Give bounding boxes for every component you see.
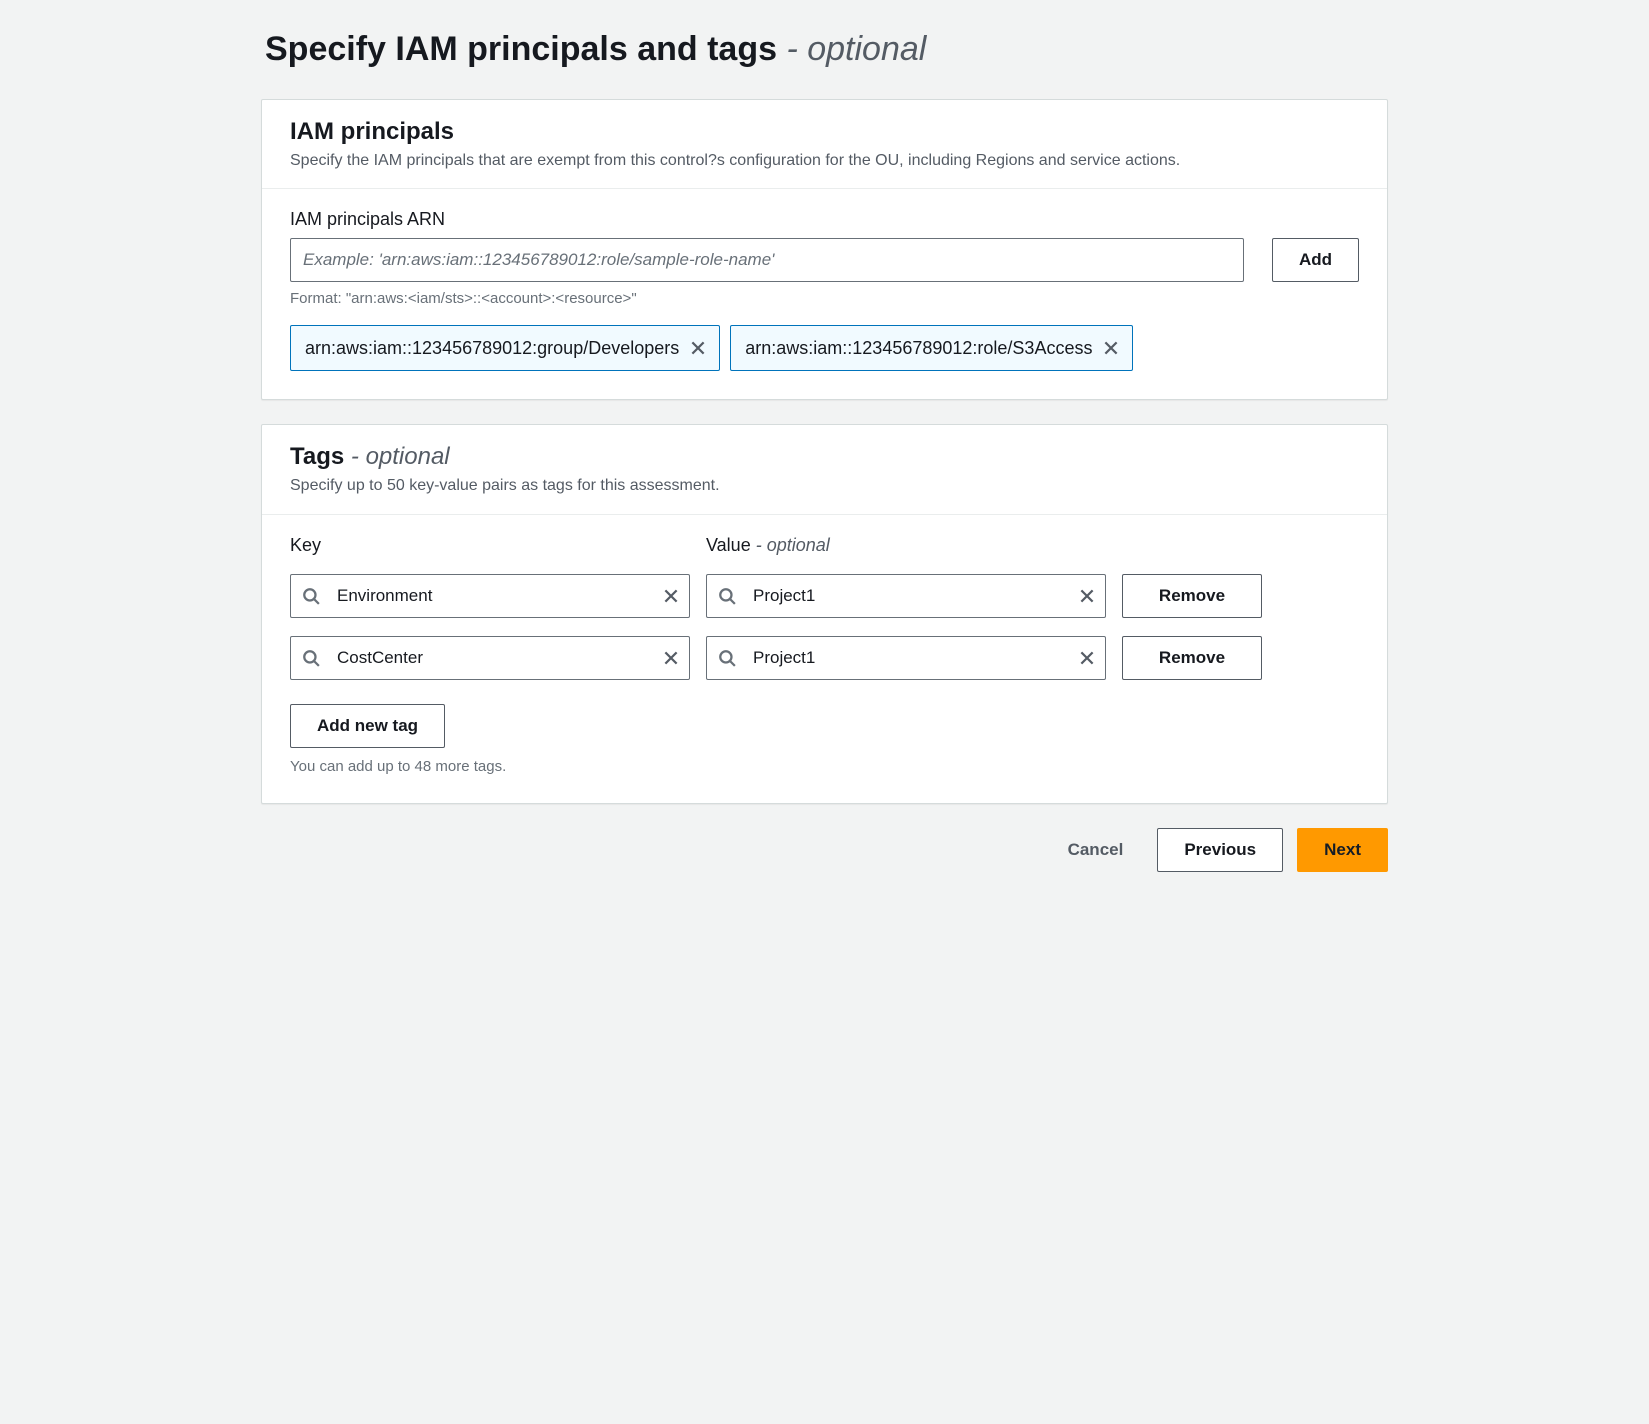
remove-tag-button[interactable]: Remove <box>1122 636 1262 680</box>
footer-actions: Cancel Previous Next <box>261 828 1388 872</box>
tag-key-field <box>290 636 690 680</box>
tags-limit-hint: You can add up to 48 more tags. <box>290 758 1359 775</box>
tag-value-field <box>706 636 1106 680</box>
tag-key-input[interactable] <box>290 574 690 618</box>
search-icon <box>302 649 320 667</box>
add-new-tag-button[interactable]: Add new tag <box>290 704 445 748</box>
clear-input-icon[interactable] <box>662 649 680 667</box>
search-icon <box>302 587 320 605</box>
cancel-button[interactable]: Cancel <box>1048 828 1144 872</box>
remove-tag-button[interactable]: Remove <box>1122 574 1262 618</box>
remove-token-icon[interactable] <box>689 339 707 357</box>
iam-panel-header: IAM principals Specify the IAM principal… <box>262 100 1387 189</box>
page-title: Specify IAM principals and tags - option… <box>265 30 1388 69</box>
tags-description: Specify up to 50 key-value pairs as tags… <box>290 475 1359 497</box>
iam-token: arn:aws:iam::123456789012:group/Develope… <box>290 325 720 371</box>
iam-arn-label: IAM principals ARN <box>290 209 1359 230</box>
add-arn-button[interactable]: Add <box>1272 238 1359 282</box>
iam-description: Specify the IAM principals that are exem… <box>290 150 1359 172</box>
page-title-main: Specify IAM principals and tags <box>265 30 777 68</box>
search-icon <box>718 587 736 605</box>
clear-input-icon[interactable] <box>1078 649 1096 667</box>
page-title-suffix: - optional <box>777 30 926 68</box>
iam-arn-input[interactable] <box>290 238 1244 282</box>
next-button[interactable]: Next <box>1297 828 1388 872</box>
tag-value-input[interactable] <box>706 574 1106 618</box>
tag-value-header: Value - optional <box>706 535 1106 556</box>
tag-row: Remove <box>290 636 1359 680</box>
tag-value-suffix: - optional <box>751 535 830 555</box>
clear-input-icon[interactable] <box>1078 587 1096 605</box>
iam-token-text: arn:aws:iam::123456789012:role/S3Access <box>745 338 1092 359</box>
iam-token-text: arn:aws:iam::123456789012:group/Develope… <box>305 338 679 359</box>
tag-value-field <box>706 574 1106 618</box>
tag-value-input[interactable] <box>706 636 1106 680</box>
search-icon <box>718 649 736 667</box>
iam-token-list: arn:aws:iam::123456789012:group/Develope… <box>290 325 1359 371</box>
tags-panel-header: Tags - optional Specify up to 50 key-val… <box>262 425 1387 514</box>
previous-button[interactable]: Previous <box>1157 828 1283 872</box>
tag-key-header: Key <box>290 535 690 556</box>
iam-principals-panel: IAM principals Specify the IAM principal… <box>261 99 1388 400</box>
remove-token-icon[interactable] <box>1102 339 1120 357</box>
iam-token: arn:aws:iam::123456789012:role/S3Access <box>730 325 1133 371</box>
tags-heading: Tags - optional <box>290 443 1359 471</box>
tags-heading-suffix: - optional <box>344 443 449 470</box>
clear-input-icon[interactable] <box>662 587 680 605</box>
tag-row: Remove <box>290 574 1359 618</box>
tag-key-field <box>290 574 690 618</box>
tag-key-input[interactable] <box>290 636 690 680</box>
iam-format-hint: Format: "arn:aws:<iam/sts>::<account>:<r… <box>290 290 1359 307</box>
iam-heading: IAM principals <box>290 118 1359 146</box>
tags-panel: Tags - optional Specify up to 50 key-val… <box>261 424 1388 803</box>
